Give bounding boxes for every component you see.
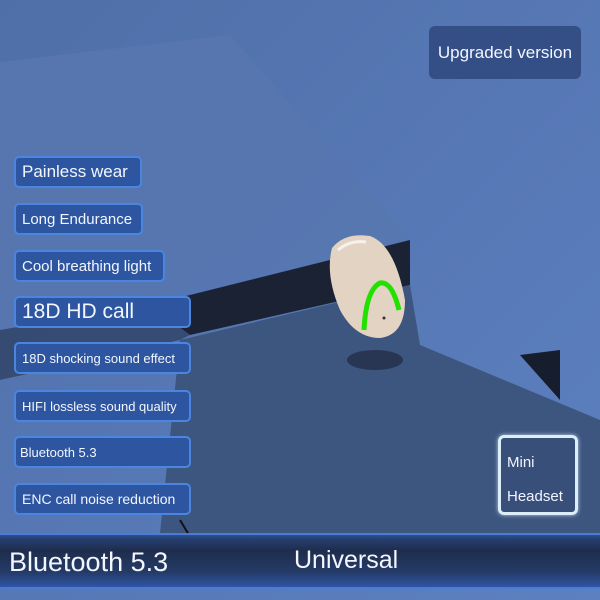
feature-tag-18d-hd-call: 18D HD call: [14, 296, 191, 328]
mini-label: Mini: [507, 454, 535, 471]
feature-label: Long Endurance: [22, 210, 133, 228]
bottom-bluetooth-label: Bluetooth 5.3: [9, 547, 169, 577]
feature-tag-cool-breathing-light: Cool breathing light: [14, 250, 165, 282]
feature-label: ENC call noise reduction: [22, 491, 176, 507]
feature-tag-painless-wear: Painless wear: [14, 156, 142, 188]
headset-label: Headset: [507, 488, 563, 505]
feature-label: 18D shocking sound effect: [22, 350, 175, 366]
feature-tag-18d-sound-effect: 18D shocking sound effect: [14, 342, 191, 374]
feature-tag-enc-noise-reduction: ENC call noise reduction: [14, 483, 191, 515]
mini-headset-box: Mini Headset: [498, 435, 578, 515]
feature-tag-long-endurance: Long Endurance: [14, 203, 143, 235]
feature-label: Painless wear: [22, 162, 128, 181]
feature-tag-bluetooth: Bluetooth 5.3: [14, 436, 191, 468]
bottom-universal-label: Universal: [294, 546, 399, 574]
feature-label: 18D HD call: [22, 300, 135, 323]
feature-label: HIFI lossless sound quality: [22, 398, 177, 414]
feature-tag-hifi-sound: HIFI lossless sound quality: [14, 390, 191, 422]
feature-label: Bluetooth 5.3: [20, 444, 97, 460]
upgraded-version-badge: Upgraded version: [429, 26, 581, 79]
feature-label: Cool breathing light: [22, 257, 152, 275]
